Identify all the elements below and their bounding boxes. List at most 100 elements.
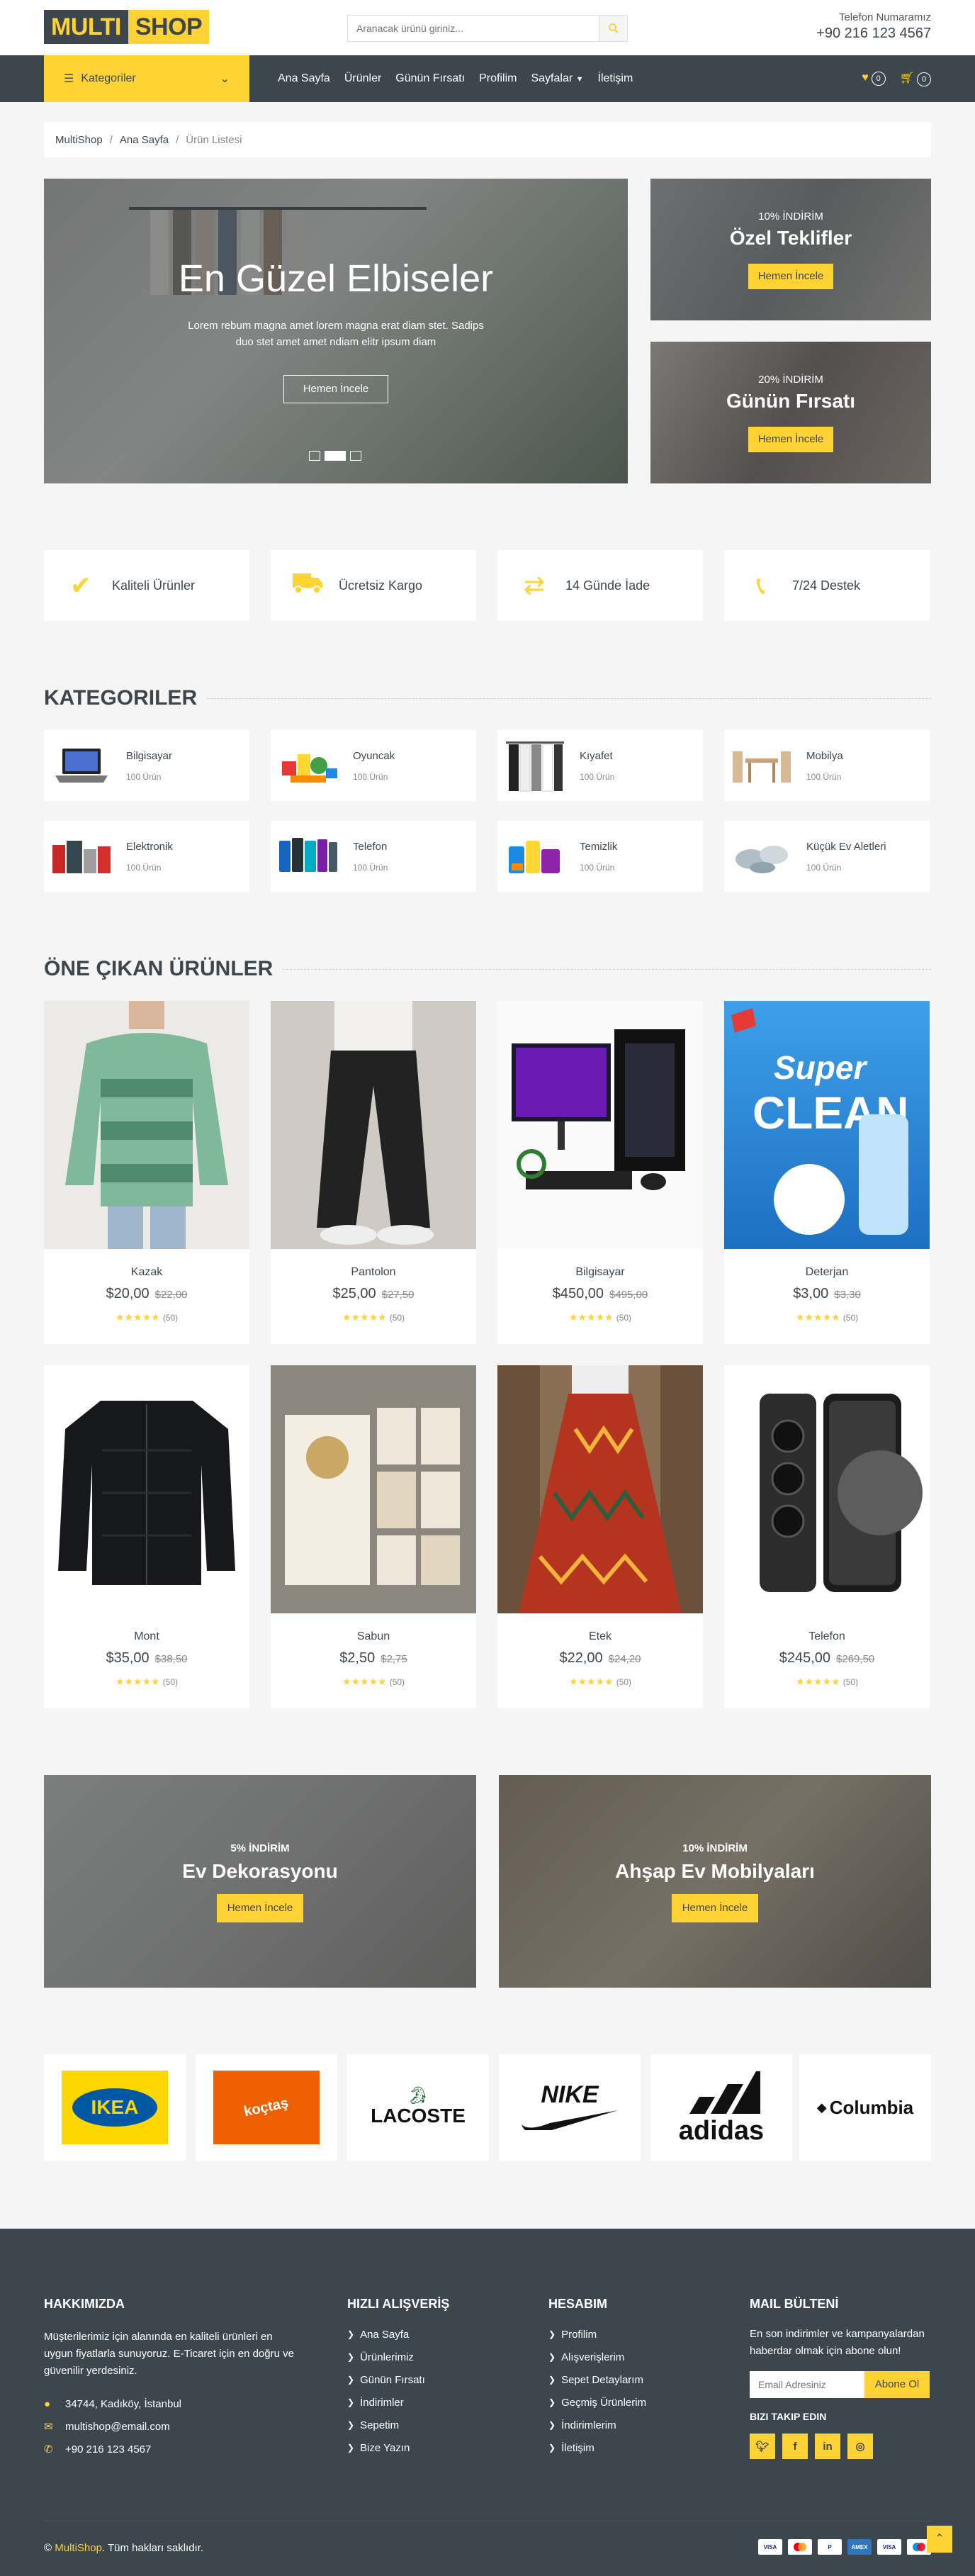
star-icons: ★★★★★ bbox=[115, 1676, 160, 1687]
search-button[interactable] bbox=[599, 16, 627, 41]
category-card[interactable]: Temizlik 100 Ürün bbox=[497, 821, 703, 892]
nav-link-products[interactable]: Ürünler bbox=[344, 72, 381, 85]
product-name[interactable]: Mont bbox=[44, 1630, 249, 1643]
brand-logo-adidas[interactable]: adidas bbox=[650, 2054, 792, 2161]
product-image-soap[interactable] bbox=[271, 1365, 476, 1613]
facebook-icon[interactable]: f bbox=[782, 2434, 808, 2459]
carousel-dot[interactable] bbox=[309, 451, 320, 461]
product-card[interactable]: Bilgisayar $450,00 $495,00 ★★★★★ (50) bbox=[497, 1001, 703, 1344]
product-name[interactable]: Sabun bbox=[271, 1630, 476, 1643]
product-image-detergent[interactable]: Super CLEAN bbox=[724, 1001, 930, 1249]
category-card[interactable]: Kıyafet 100 Ürün bbox=[497, 730, 703, 801]
product-card[interactable]: Pantolon $25,00 $27,50 ★★★★★ (50) bbox=[271, 1001, 476, 1344]
search-input[interactable] bbox=[348, 16, 599, 41]
category-card[interactable]: Bilgisayar 100 Ürün bbox=[44, 730, 249, 801]
product-image-jacket[interactable] bbox=[44, 1365, 249, 1613]
product-price: $20,00 $22,00 bbox=[44, 1286, 249, 1302]
offer-button[interactable]: Hemen İncele bbox=[672, 1894, 758, 1922]
product-name[interactable]: Deterjan bbox=[724, 1266, 930, 1279]
phone-number: +90 216 123 4567 bbox=[816, 26, 931, 41]
star-icons: ★★★★★ bbox=[342, 1676, 387, 1687]
category-card[interactable]: Elektronik 100 Ürün bbox=[44, 821, 249, 892]
nav-link-deal[interactable]: Günün Fırsatı bbox=[395, 72, 465, 85]
categories-dropdown[interactable]: ☰ Kategoriler ⌄ bbox=[44, 55, 249, 102]
site-logo[interactable]: MULTI SHOP bbox=[44, 10, 210, 44]
promo-card[interactable]: 20% İNDİRİM Günün Fırsatı Hemen İncele bbox=[650, 342, 931, 483]
category-count: 100 Ürün bbox=[126, 771, 162, 782]
footer-link[interactable]: ❯ Ana Sayfa bbox=[347, 2323, 517, 2346]
product-name[interactable]: Etek bbox=[497, 1630, 703, 1643]
product-image-phone[interactable] bbox=[724, 1365, 930, 1613]
product-card[interactable]: Mont $35,00 $38,50 ★★★★★ (50) bbox=[44, 1365, 249, 1708]
footer-link[interactable]: ❯ İndirimlerim bbox=[548, 2414, 718, 2436]
hero-button[interactable]: Hemen İncele bbox=[283, 375, 388, 403]
promo-button[interactable]: Hemen İncele bbox=[748, 264, 833, 289]
nav-link-profile[interactable]: Profilim bbox=[479, 72, 517, 85]
product-card[interactable]: Super CLEAN Deterjan $3,00 $3,30 ★★★★★ (50) bbox=[724, 1001, 930, 1344]
nav-link-pages[interactable]: Sayfalar ▼ bbox=[531, 72, 583, 85]
cart-icon: 🛒︎ bbox=[899, 72, 914, 84]
instagram-icon[interactable]: ◎ bbox=[847, 2434, 873, 2459]
footer-link-label: Ürünlerimiz bbox=[360, 2351, 414, 2363]
product-rating: ★★★★★ (50) bbox=[724, 1676, 930, 1688]
wishlist-button[interactable]: ♥ 0 bbox=[862, 72, 886, 86]
copyright-brand[interactable]: MultiShop bbox=[55, 2542, 102, 2554]
footer-link[interactable]: ❯ Ürünlerimiz bbox=[347, 2346, 517, 2368]
footer-email[interactable]: ✉ multishop@email.com bbox=[44, 2415, 299, 2438]
product-card[interactable]: Etek $22,00 $24,20 ★★★★★ (50) bbox=[497, 1365, 703, 1708]
offer-button[interactable]: Hemen İncele bbox=[217, 1894, 303, 1922]
newsletter-email-input[interactable] bbox=[750, 2371, 864, 2398]
footer-link[interactable]: ❯ Günün Fırsatı bbox=[347, 2368, 517, 2391]
carousel-dot[interactable] bbox=[350, 451, 361, 461]
brand-logo-ikea[interactable]: IKEA bbox=[44, 2054, 186, 2161]
product-image-skirt[interactable] bbox=[497, 1365, 703, 1613]
category-card[interactable]: Küçük Ev Aletleri 100 Ürün bbox=[724, 821, 930, 892]
product-name[interactable]: Telefon bbox=[724, 1630, 930, 1643]
nav-link-contact[interactable]: İletişim bbox=[598, 72, 633, 85]
product-image-computer[interactable] bbox=[497, 1001, 703, 1249]
footer-link[interactable]: ❯ Sepet Detaylarım bbox=[548, 2368, 718, 2391]
footer-link[interactable]: ❯ Alışverişlerim bbox=[548, 2346, 718, 2368]
category-card[interactable]: Mobilya 100 Ürün bbox=[724, 730, 930, 801]
linkedin-icon[interactable]: in bbox=[815, 2434, 840, 2459]
product-image-pants[interactable] bbox=[271, 1001, 476, 1249]
category-card[interactable]: Telefon 100 Ürün bbox=[271, 821, 476, 892]
footer-link[interactable]: ❯ İndirimler bbox=[347, 2391, 517, 2414]
breadcrumb-item[interactable]: Ana Sayfa bbox=[120, 134, 169, 146]
promo-card[interactable]: 10% İNDİRİM Özel Teklifler Hemen İncele bbox=[650, 179, 931, 320]
back-to-top-button[interactable]: ⌃ bbox=[927, 2526, 952, 2553]
category-card[interactable]: Oyuncak 100 Ürün bbox=[271, 730, 476, 801]
nav-link-home[interactable]: Ana Sayfa bbox=[278, 72, 330, 85]
product-image-sweater[interactable] bbox=[44, 1001, 249, 1249]
product-name[interactable]: Pantolon bbox=[271, 1266, 476, 1279]
product-card[interactable]: Kazak $20,00 $22,00 ★★★★★ (50) bbox=[44, 1001, 249, 1344]
offer-card[interactable]: 5% İNDİRİM Ev Dekorasyonu Hemen İncele bbox=[44, 1775, 476, 1988]
product-name[interactable]: Kazak bbox=[44, 1266, 249, 1279]
footer-link[interactable]: ❯ Bize Yazın bbox=[347, 2436, 517, 2459]
breadcrumb-item[interactable]: MultiShop bbox=[55, 134, 103, 146]
category-count: 100 Ürün bbox=[806, 771, 842, 782]
footer-link[interactable]: ❯ Sepetim bbox=[347, 2414, 517, 2436]
promo-button[interactable]: Hemen İncele bbox=[748, 427, 833, 452]
product-price: $3,00 $3,30 bbox=[724, 1286, 930, 1302]
brand-logo-columbia[interactable]: ◆ Columbia bbox=[799, 2054, 931, 2161]
product-card[interactable]: Telefon $245,00 $269,50 ★★★★★ (50) bbox=[724, 1365, 930, 1708]
subscribe-button[interactable]: Abone Ol bbox=[864, 2371, 930, 2398]
brand-logo-koctas[interactable]: koçtaş bbox=[196, 2054, 337, 2161]
product-card[interactable]: Sabun $2,50 $2,75 ★★★★★ (50) bbox=[271, 1365, 476, 1708]
footer-link[interactable]: ❯ İletişim bbox=[548, 2436, 718, 2459]
footer-link[interactable]: ❯ Profilim bbox=[548, 2323, 718, 2346]
cart-button[interactable]: 🛒︎ 0 bbox=[900, 71, 931, 86]
chevron-right-icon: ❯ bbox=[347, 2443, 355, 2453]
footer-link[interactable]: ❯ Geçmiş Ürünlerim bbox=[548, 2391, 718, 2414]
offer-title: Ahşap Ev Mobilyaları bbox=[615, 1860, 815, 1882]
product-price: $35,00 $38,50 bbox=[44, 1650, 249, 1667]
offer-card[interactable]: 10% İNDİRİM Ahşap Ev Mobilyaları Hemen İ… bbox=[499, 1775, 931, 1988]
footer-phone[interactable]: ✆ +90 216 123 4567 bbox=[44, 2438, 299, 2460]
brand-logo-lacoste[interactable]: 🐊︎ LACOSTE bbox=[347, 2054, 489, 2161]
product-name[interactable]: Bilgisayar bbox=[497, 1266, 703, 1279]
brand-logo-nike[interactable]: NIKE bbox=[499, 2054, 641, 2161]
twitter-icon[interactable]: 🐦︎ bbox=[750, 2434, 775, 2459]
bars-icon: ☰ bbox=[64, 73, 74, 85]
carousel-dot-active[interactable] bbox=[325, 451, 346, 461]
